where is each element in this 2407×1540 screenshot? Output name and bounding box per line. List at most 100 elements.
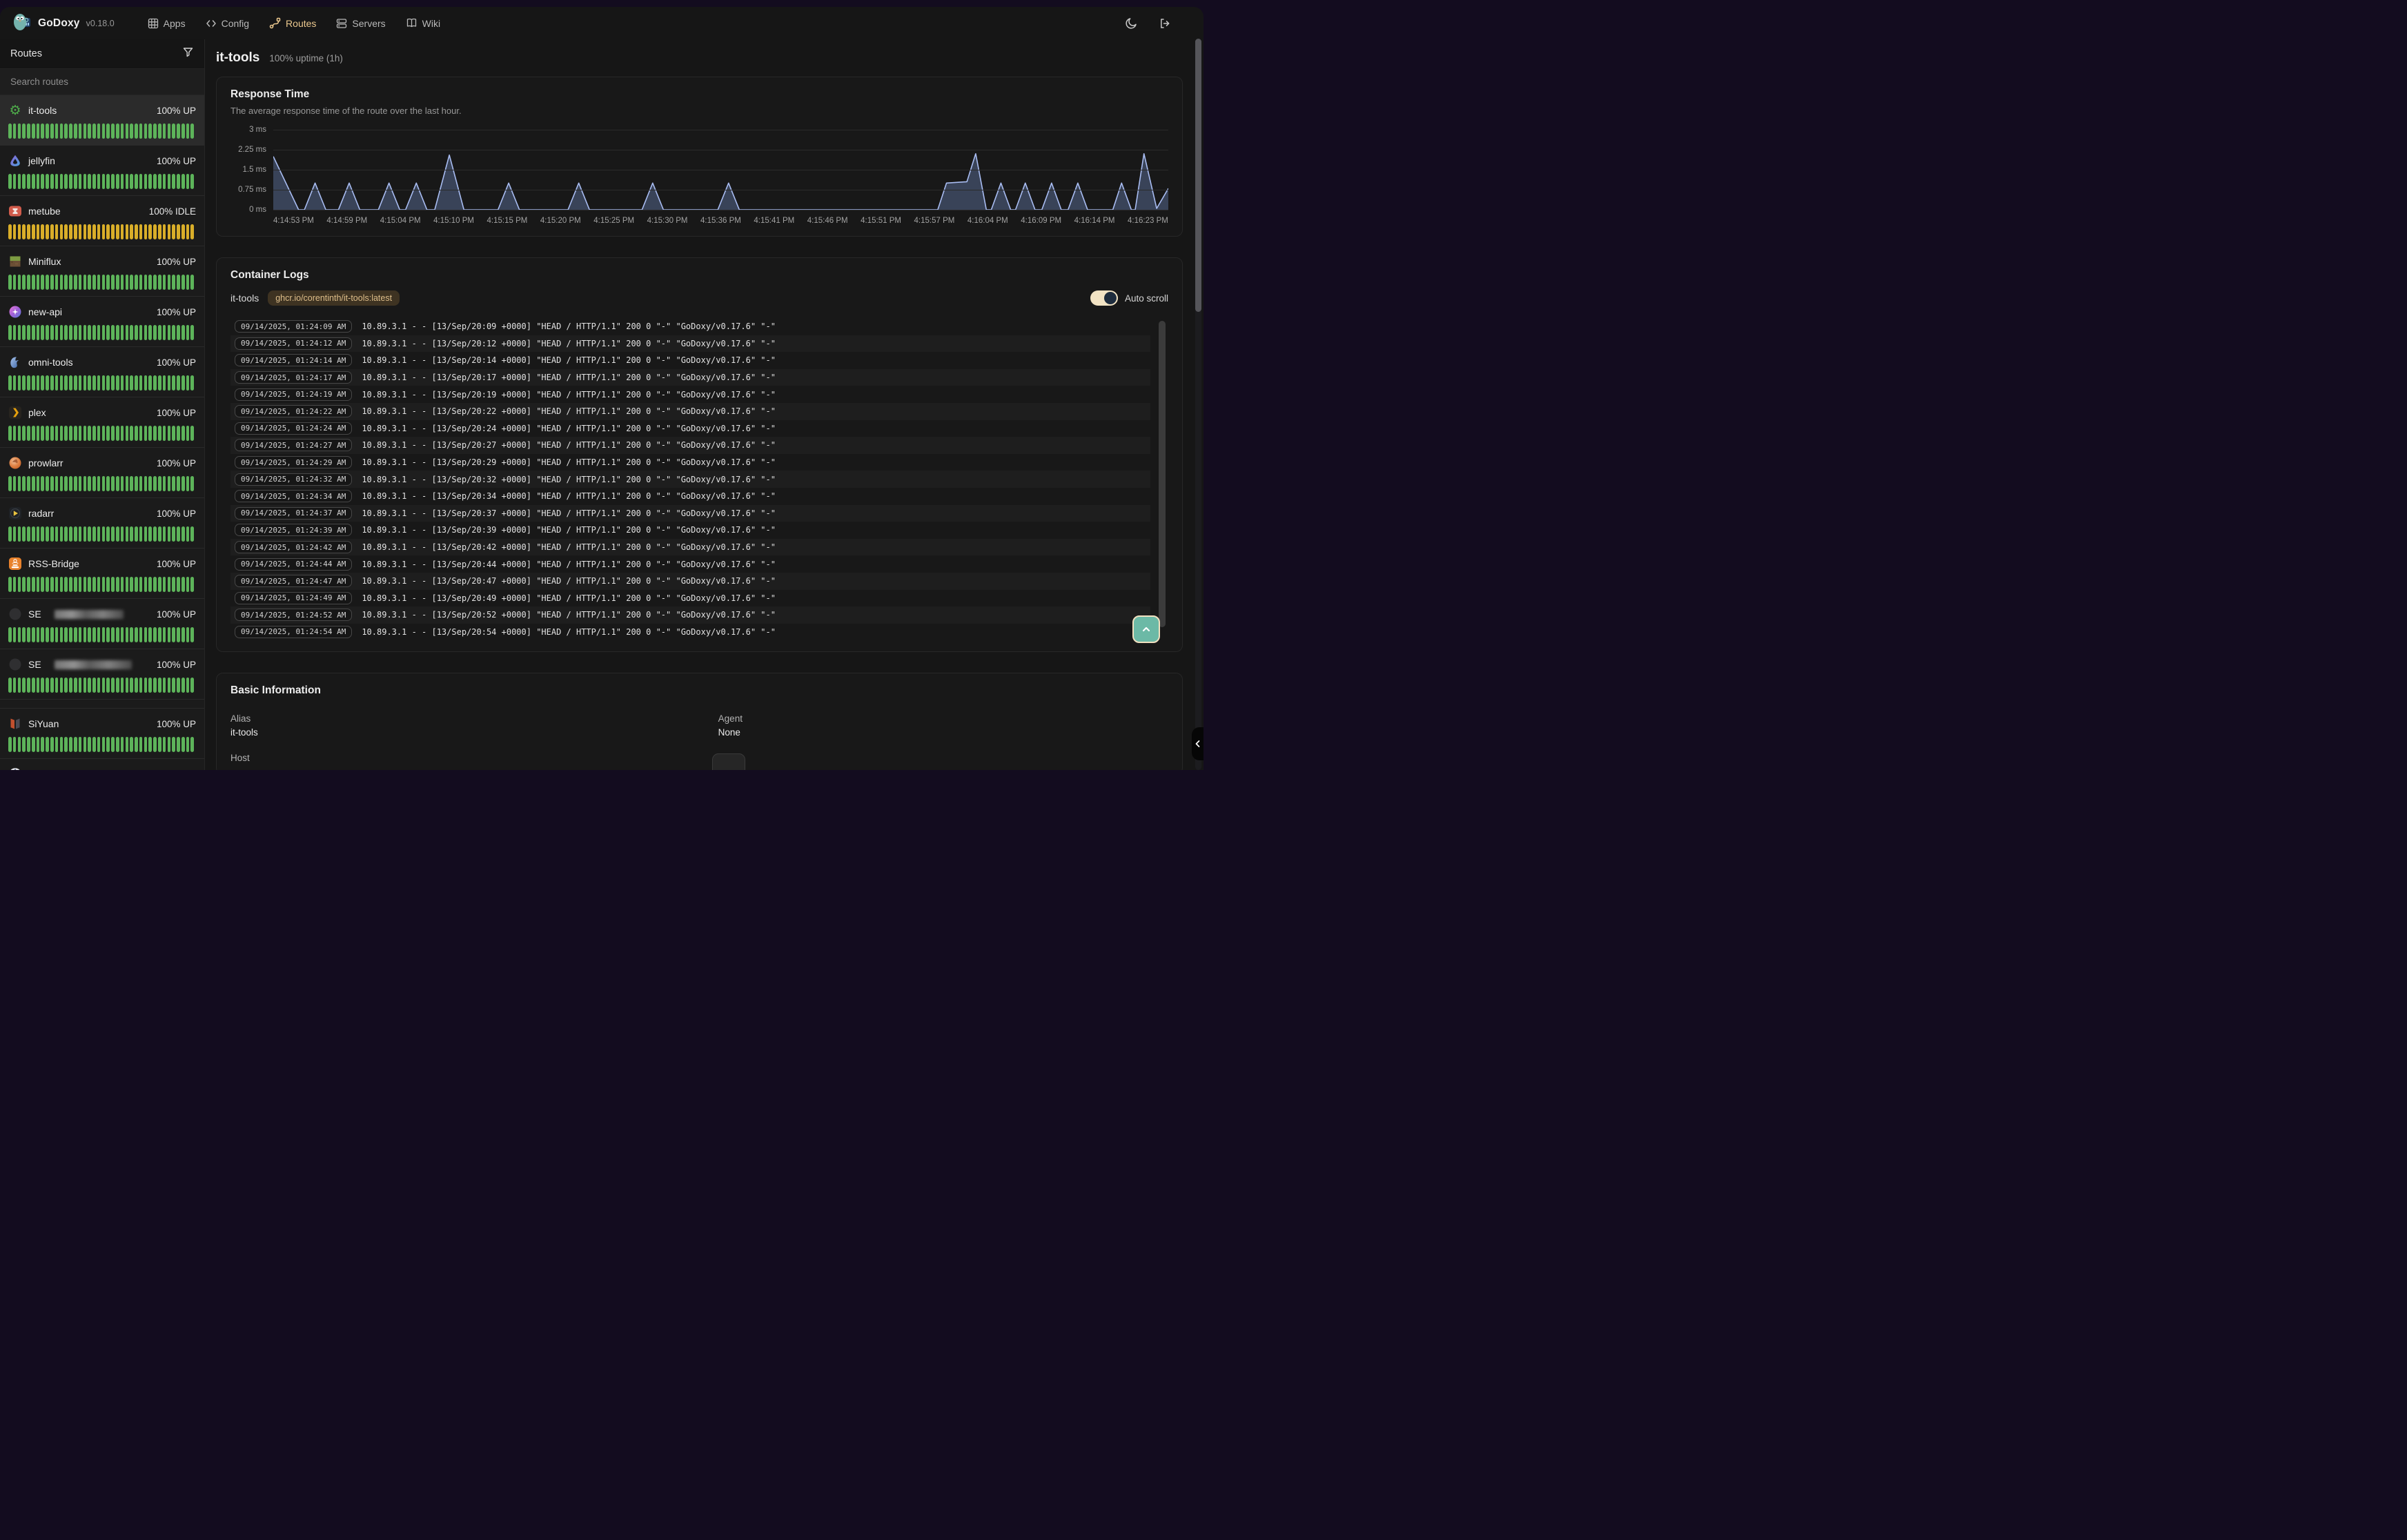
- main-content: it-tools 100% uptime (1h) Response Time …: [205, 39, 1204, 770]
- nav-item-config[interactable]: Config: [206, 17, 249, 29]
- sidebar-item-miniflux[interactable]: Miniflux100% UP: [0, 246, 204, 297]
- alias-field: Alias it-tools: [230, 713, 718, 738]
- log-timestamp: 09/14/2025, 01:24:09 AM: [235, 320, 352, 333]
- page-scrollbar-thumb[interactable]: [1195, 39, 1201, 312]
- x-tick-label: 4:14:53 PM: [273, 217, 314, 225]
- sidebar-item-se[interactable]: SE100% UP: [0, 649, 204, 700]
- route-name: omni-tools: [28, 357, 73, 368]
- sidebar-item-sonarr[interactable]: sonarr100% UP: [0, 759, 204, 770]
- route-name: jellyfin: [28, 155, 55, 166]
- log-row: 09/14/2025, 01:24:52 AM10.89.3.1 - - [13…: [230, 606, 1150, 624]
- layout: Routes ⚙it-tools100% UP jellyfin 100% UP me…: [0, 39, 1204, 770]
- sonarr-icon: [8, 767, 22, 770]
- log-rows: 09/14/2025, 01:24:09 AM 10.89.3.1 - - [13…: [230, 318, 1150, 640]
- sidebar-item-se[interactable]: SE100% UP: [0, 599, 204, 649]
- log-row: 09/14/2025, 01:24:24 AM10.89.3.1 - - [13…: [230, 420, 1150, 437]
- route-name: SE: [28, 609, 41, 620]
- log-timestamp: 09/14/2025, 01:24:27 AM: [235, 439, 352, 451]
- autoscroll-label: Auto scroll: [1125, 293, 1168, 304]
- nav-item-label: Servers: [352, 18, 385, 29]
- sidebar-item-it-tools[interactable]: ⚙it-tools100% UP: [0, 95, 204, 146]
- radarr-icon: [8, 506, 22, 520]
- sidebar-item-prowlarr[interactable]: prowlarr100% UP: [0, 448, 204, 498]
- response-time-subtitle: The average response time of the route o…: [230, 106, 1168, 116]
- drawer-collapse-handle[interactable]: [1192, 727, 1204, 760]
- log-message: 10.89.3.1 - - [13/Sep/20:22 +0000] "HEAD…: [362, 406, 776, 416]
- log-timestamp: 09/14/2025, 01:24:12 AM: [235, 337, 352, 350]
- log-message: 10.89.3.1 - - [13/Sep/20:19 +0000] "HEAD…: [362, 390, 776, 399]
- y-tick-label: 2.25 ms: [238, 146, 266, 154]
- log-timestamp: 09/14/2025, 01:24:29 AM: [235, 456, 352, 468]
- host-field: Host: [230, 753, 1168, 763]
- chevron-left-icon: [1194, 740, 1202, 748]
- nav-item-wiki[interactable]: Wiki: [406, 17, 440, 29]
- uptime-bars: [8, 577, 196, 592]
- log-message: 10.89.3.1 - - [13/Sep/20:17 +0000] "HEAD…: [362, 373, 776, 382]
- nav-item-label: Config: [222, 18, 249, 29]
- agent-field: Agent None: [718, 713, 1168, 738]
- log-row: 09/14/2025, 01:24:12 AM 10.89.3.1 - - [13…: [230, 335, 1150, 353]
- nav-item-servers[interactable]: Servers: [336, 17, 385, 29]
- chart-plot: [273, 130, 1168, 210]
- route-name: prowlarr: [28, 457, 63, 468]
- route-name: sonarr: [28, 769, 56, 770]
- sidebar-item-siyuan[interactable]: SiYuan100% UP: [0, 709, 204, 759]
- log-row: 09/14/2025, 01:24:47 AM10.89.3.1 - - [13…: [230, 573, 1150, 590]
- redacted-route-icon: [8, 607, 22, 621]
- grid-icon: [148, 18, 159, 29]
- filter-icon[interactable]: [182, 46, 194, 61]
- x-tick-label: 4:16:23 PM: [1128, 217, 1168, 225]
- scroll-to-top-button[interactable]: [1132, 615, 1160, 643]
- uptime-bars: [8, 476, 196, 491]
- uptime-bars: [8, 678, 196, 693]
- top-nav: GoDoxy v0.18.0 Apps Config Routes Servers Wi…: [0, 7, 1204, 39]
- log-scrollbar[interactable]: [1159, 318, 1166, 640]
- theme-toggle-moon-icon[interactable]: [1125, 17, 1138, 30]
- autoscroll-toggle[interactable]: [1090, 290, 1118, 306]
- log-scrollbar-thumb[interactable]: [1159, 321, 1166, 627]
- log-row: 09/14/2025, 01:24:39 AM10.89.3.1 - - [13…: [230, 522, 1150, 539]
- route-name: metube: [28, 206, 61, 217]
- route-status: 100% UP: [157, 559, 196, 569]
- sidebar-item-rss-bridge[interactable]: RSS-Bridge100% UP: [0, 549, 204, 599]
- godoxy-logo-icon: [13, 12, 32, 34]
- redacted-route-name: [55, 610, 124, 619]
- route-status: 100% UP: [157, 156, 196, 166]
- routes-list: ⚙it-tools100% UPjellyfin100% UPmetube100…: [0, 95, 204, 770]
- log-timestamp: 09/14/2025, 01:24:44 AM: [235, 558, 352, 571]
- sidebar-item-new-api[interactable]: new-api100% UP: [0, 297, 204, 347]
- route-status: 100% UP: [157, 408, 196, 418]
- nav-item-routes[interactable]: Routes: [269, 17, 316, 29]
- sidebar-item-omni-tools[interactable]: omni-tools 100% UP: [0, 347, 204, 397]
- host-label: Host: [230, 753, 1168, 763]
- nav-item-label: Routes: [286, 18, 316, 29]
- log-message: 10.89.3.1 - - [13/Sep/20:42 +0000] "HEAD…: [362, 542, 776, 552]
- route-status: 100% UP: [157, 357, 196, 368]
- sidebar-item-radarr[interactable]: radarr100% UP: [0, 498, 204, 549]
- sidebar-item-plex[interactable]: plex100% UP: [0, 397, 204, 448]
- search-input[interactable]: [0, 69, 204, 95]
- sidebar-title: Routes: [10, 48, 42, 59]
- page-title: it-tools: [216, 50, 259, 66]
- log-row: 09/14/2025, 01:24:44 AM10.89.3.1 - - [13…: [230, 555, 1150, 573]
- y-tick-label: 0 ms: [249, 206, 266, 214]
- log-timestamp: 09/14/2025, 01:24:14 AM: [235, 354, 352, 366]
- uptime-bars: [8, 375, 196, 391]
- uptime-bars: [8, 627, 196, 642]
- x-tick-label: 4:15:57 PM: [914, 217, 955, 225]
- siyuan-icon: [8, 717, 22, 731]
- log-row: 09/14/2025, 01:24:19 AM10.89.3.1 - - [13…: [230, 386, 1150, 403]
- brand[interactable]: GoDoxy v0.18.0: [13, 12, 115, 34]
- log-message: 10.89.3.1 - - [13/Sep/20:12 +0000] "HEAD…: [362, 339, 776, 348]
- sidebar-item-jellyfin[interactable]: jellyfin 100% UP: [0, 146, 204, 196]
- logout-icon[interactable]: [1159, 17, 1171, 30]
- new-api-icon: [8, 305, 22, 319]
- sidebar-item-metube[interactable]: metube100% IDLE: [0, 196, 204, 246]
- log-message: 10.89.3.1 - - [13/Sep/20:09 +0000] "HEAD…: [362, 322, 776, 331]
- prowlarr-icon: [8, 456, 22, 470]
- y-tick-label: 0.75 ms: [238, 186, 266, 194]
- x-tick-label: 4:15:20 PM: [540, 217, 581, 225]
- omni-tools-icon: [8, 355, 22, 369]
- nav-item-apps[interactable]: Apps: [148, 17, 186, 29]
- route-status: 100% UP: [157, 106, 196, 116]
